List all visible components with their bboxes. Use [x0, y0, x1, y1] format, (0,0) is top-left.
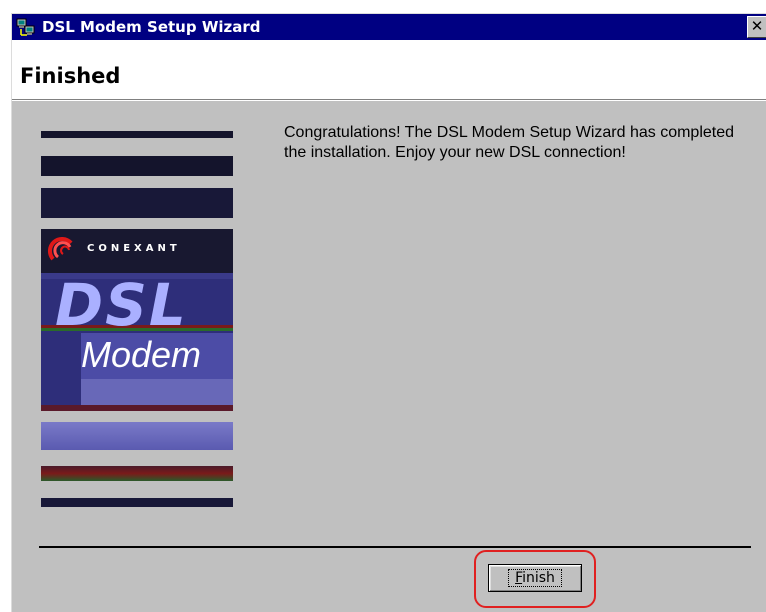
decor-stripe — [41, 188, 233, 218]
setup-wizard-window: DSL Modem Setup Wizard ✕ Finished CONEXA… — [11, 13, 766, 612]
decor-stripe — [41, 498, 233, 507]
decor-stripe — [41, 156, 233, 176]
finish-button[interactable]: Finish — [488, 564, 582, 592]
finish-label-rest: inish — [522, 570, 555, 586]
completion-message: Congratulations! The DSL Modem Setup Wiz… — [284, 124, 735, 161]
close-button[interactable]: ✕ — [747, 16, 766, 38]
logo-modem-text: Modem — [81, 334, 202, 375]
close-icon: ✕ — [750, 17, 764, 35]
logo-dsl-text: DSL — [55, 271, 188, 339]
decor-stripe — [41, 466, 233, 481]
footer-divider — [39, 546, 751, 548]
decor-stripe — [41, 131, 233, 138]
dsl-modem-logo: CONEXANT DSL Modem — [41, 229, 233, 411]
title-bar[interactable]: DSL Modem Setup Wizard ✕ — [12, 14, 766, 40]
logo-brand-text: CONEXANT — [87, 243, 181, 254]
header-divider — [12, 100, 766, 101]
page-title: Finished — [20, 64, 121, 88]
wizard-header: Finished — [12, 40, 766, 100]
network-computers-icon — [16, 18, 35, 36]
decor-stripe — [41, 422, 233, 450]
window-title: DSL Modem Setup Wizard — [42, 18, 261, 36]
finish-button-label: Finish — [508, 569, 562, 587]
